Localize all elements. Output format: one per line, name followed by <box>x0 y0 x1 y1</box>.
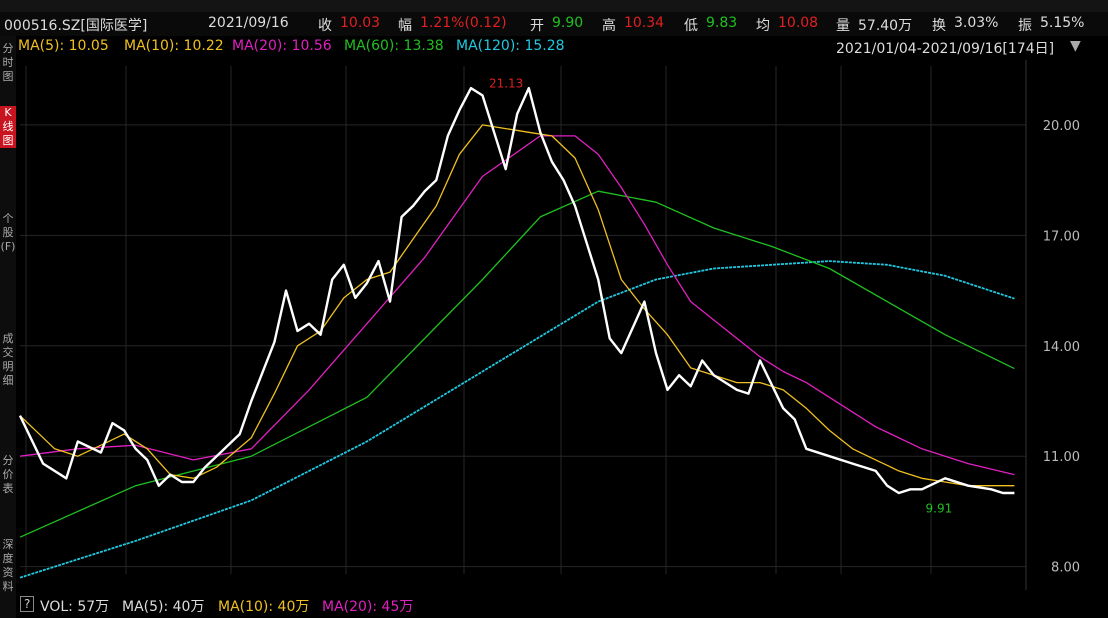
volume-legend: ? VOL: 57万 MA(5): 40万 MA(10): 40万 MA(20)… <box>16 593 1108 618</box>
ma-legend: MA(5): 10.05 MA(10): 10.22 MA(20): 10.56… <box>18 37 1108 59</box>
volume-label: 量 <box>836 18 850 34</box>
y-tick-label: 14.00 <box>1043 340 1080 355</box>
kline-chart: 20.00 17.00 14.00 11.00 8.00 21.13 9.91 <box>16 60 1108 590</box>
vol-ma10-legend: MA(10): 40万 <box>218 599 310 615</box>
open-value: 9.90 <box>552 15 584 31</box>
left-rail: 分时图 K线图 个股(F) 成交明细 分价表 深度资料 <box>0 36 16 618</box>
close-label: 收 <box>318 18 332 34</box>
ma20-legend: MA(20): 10.56 <box>232 38 332 54</box>
y-tick-label: 17.00 <box>1043 229 1080 244</box>
rail-item-stock[interactable]: 个股(F) <box>0 212 16 254</box>
avg-label: 均 <box>756 18 770 34</box>
change-label: 幅 <box>398 18 412 34</box>
stock-code[interactable]: 000516.SZ[国际医学] <box>4 15 147 35</box>
turnover-value: 3.03% <box>954 15 999 31</box>
rail-item-timeshare[interactable]: 分时图 <box>0 42 16 84</box>
high-value: 10.34 <box>624 15 665 31</box>
series-line-ma20 <box>19 135 1015 476</box>
change-value: 1.21%(0.12) <box>420 15 507 31</box>
series-line-ma10 <box>19 124 1015 487</box>
amplitude-value: 5.15% <box>1040 15 1085 31</box>
vol-ma5-legend: MA(5): 40万 <box>122 599 205 615</box>
volume-value: 57.40万 <box>858 18 913 34</box>
low-value: 9.83 <box>706 15 738 31</box>
help-icon[interactable]: ? <box>20 596 35 612</box>
rail-item-price-table[interactable]: 分价表 <box>0 454 16 496</box>
amplitude-label: 振 <box>1018 18 1032 34</box>
date-range-selector[interactable]: 2021/01/04-2021/09/16[174日] <box>836 38 1054 58</box>
high-label: 高 <box>602 18 616 34</box>
ma5-legend: MA(5): 10.05 <box>18 38 109 54</box>
vol-ma20-legend: MA(20): 45万 <box>322 599 414 615</box>
quote-bar: 000516.SZ[国际医学] 2021/09/16 收 10.03 幅 1.2… <box>0 12 1108 36</box>
high-annotation: 21.13 <box>489 76 523 90</box>
low-label: 低 <box>684 18 698 34</box>
y-tick-label: 8.00 <box>1051 561 1080 576</box>
chevron-down-icon[interactable]: ▼ <box>1070 38 1081 54</box>
open-label: 开 <box>530 18 544 34</box>
quote-date: 2021/09/16 <box>208 15 289 31</box>
series-line-ma60 <box>19 190 1015 538</box>
chart-svg: 20.00 17.00 14.00 11.00 8.00 21.13 9.91 <box>18 60 1080 590</box>
vol-legend: VOL: 57万 <box>40 599 110 615</box>
rail-item-kline[interactable]: K线图 <box>0 106 16 148</box>
y-tick-label: 11.00 <box>1043 450 1080 465</box>
ma60-legend: MA(60): 13.38 <box>344 38 444 54</box>
ma120-legend: MA(120): 15.28 <box>456 38 565 54</box>
avg-value: 10.08 <box>778 15 819 31</box>
y-tick-label: 20.00 <box>1043 119 1080 134</box>
series-line-ma5 <box>18 86 1015 495</box>
rail-item-profile[interactable]: 深度资料 <box>0 538 16 594</box>
turnover-label: 换 <box>932 18 946 34</box>
rail-item-trades[interactable]: 成交明细 <box>0 332 16 388</box>
close-value: 10.03 <box>340 15 381 31</box>
low-annotation: 9.91 <box>926 501 953 515</box>
ma10-legend: MA(10): 10.22 <box>124 38 224 54</box>
top-tab-strip <box>0 0 1108 12</box>
